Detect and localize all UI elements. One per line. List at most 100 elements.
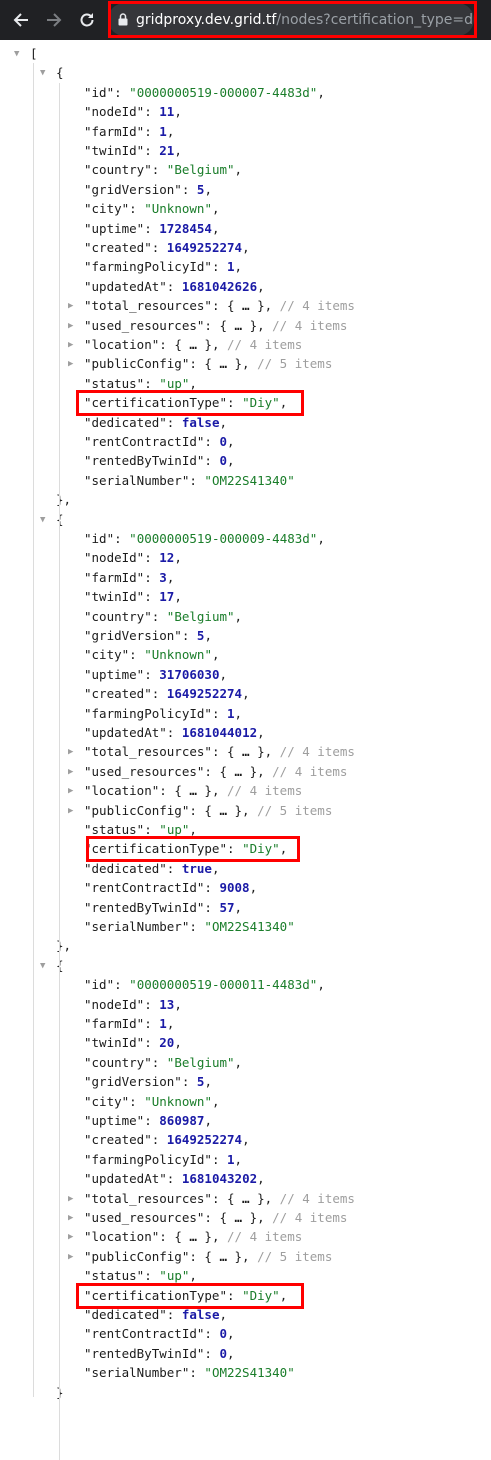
root-toggle[interactable]: ▼ [14, 49, 19, 59]
json-key-farmingPolicyId: "farmingPolicyId" [84, 705, 212, 721]
toggle-location[interactable]: ▶ [68, 786, 73, 796]
json-comment: // [227, 337, 250, 352]
json-key-certificationType: "certificationType" [84, 395, 227, 411]
toggle-total_resources[interactable]: ▶ [68, 747, 73, 757]
json-key-rentedByTwinId: "rentedByTwinId" [84, 1345, 205, 1361]
json-colon: : [114, 531, 130, 546]
toggle-location[interactable]: ▶ [68, 1232, 73, 1242]
toggle-used_resources[interactable]: ▶ [68, 1213, 73, 1223]
json-line-gridVersion: "gridVersion": 5, [84, 626, 212, 645]
json-colon: : [189, 1365, 205, 1381]
json-item-count: 5 items [279, 802, 333, 818]
json-value-uptime: 860987 [159, 1113, 205, 1128]
toggle-publicConfig[interactable]: ▶ [68, 1252, 73, 1262]
json-value-rentContractId: 9008 [219, 880, 250, 896]
json-value-farmId: 1 [159, 1016, 167, 1031]
json-key-gridVersion: "gridVersion" [84, 181, 182, 197]
json-colon: : [204, 1326, 220, 1342]
json-key-gridVersion: "gridVersion" [84, 1074, 182, 1090]
json-line-twinId: "twinId": 21, [84, 141, 182, 160]
json-line-status: "status": "up", [84, 820, 197, 839]
json-key-nodeId: "nodeId" [84, 550, 145, 566]
json-value-dedicated: true [181, 860, 212, 876]
toggle-publicConfig[interactable]: ▶ [68, 806, 73, 816]
json-colon: : [211, 259, 227, 275]
json-value-status: up [166, 1268, 182, 1284]
object-toggle-1[interactable]: ▼ [40, 515, 45, 525]
json-value-nodeId: 13 [159, 996, 175, 1012]
json-colon: : [166, 278, 182, 294]
object-toggle-2[interactable]: ▼ [40, 961, 45, 971]
json-quote: " [227, 608, 235, 624]
json-line-total_resources: "total_resources": { … }, // 4 items [84, 1189, 355, 1208]
json-value-created: 1649252274 [166, 240, 243, 255]
json-item-count: 4 items [249, 783, 303, 799]
address-bar[interactable]: gridproxy.dev.grid.tf/nodes?certificatio… [108, 3, 474, 36]
json-item-count: 4 items [294, 763, 348, 779]
json-value-rentedByTwinId: 57 [219, 899, 235, 915]
json-ellipsis: … [181, 1229, 205, 1245]
toggle-total_resources[interactable]: ▶ [68, 301, 73, 311]
json-item-count: 4 items [302, 1190, 355, 1206]
json-line-publicConfig: "publicConfig": { … }, // 5 items [84, 1247, 332, 1266]
json-comma: , [242, 686, 250, 702]
json-quote: " [204, 1093, 212, 1109]
json-key-farmId: "farmId" [84, 123, 145, 139]
json-colon: : [151, 162, 167, 178]
json-value-created: 1649252274 [166, 1132, 243, 1148]
json-value-nodeId: 12 [159, 550, 175, 566]
json-line-id: "id": "0000000519-000009-4483d", [84, 529, 325, 548]
json-brace: { [56, 65, 64, 81]
toggle-location[interactable]: ▶ [68, 340, 73, 350]
json-line-dedicated: "dedicated": false, [84, 1305, 227, 1324]
json-key-status: "status" [84, 375, 145, 391]
forward-arrow-icon[interactable] [42, 8, 66, 32]
reload-icon[interactable] [75, 8, 99, 32]
json-key-twinId: "twinId" [84, 1035, 145, 1051]
json-comma: , [242, 1132, 250, 1148]
json-ellipsis: … [234, 298, 258, 314]
json-line-created: "created": 1649252274, [84, 1130, 250, 1149]
json-colon: : { [211, 1190, 235, 1206]
json-line-publicConfig: "publicConfig": { … }, // 5 items [84, 801, 332, 820]
json-quote: " [287, 1365, 295, 1381]
json-line-farmingPolicyId: "farmingPolicyId": 1, [84, 257, 242, 276]
json-comma: , [204, 628, 212, 643]
json-comma: , [234, 899, 243, 915]
json-comma: , [219, 414, 228, 430]
json-ellipsis: … [211, 802, 235, 818]
json-key-farmId: "farmId" [84, 1016, 145, 1031]
json-value-city: Unknown [151, 201, 205, 217]
json-key-country: "country" [84, 162, 152, 178]
json-comma: , [204, 181, 212, 197]
json-colon: : [166, 725, 182, 740]
json-quote: " [287, 919, 295, 934]
lock-icon [118, 13, 128, 26]
json-colon: : { [211, 744, 235, 760]
json-brace: }, [204, 1229, 227, 1245]
json-comma: , [189, 375, 197, 391]
json-value-country: Belgium [174, 162, 228, 178]
json-quote: " [159, 1268, 167, 1284]
json-value-farmId: 1 [159, 123, 167, 139]
json-comma: , [189, 1268, 197, 1284]
json-key-serialNumber: "serialNumber" [84, 1365, 190, 1381]
toggle-total_resources[interactable]: ▶ [68, 1194, 73, 1204]
json-line-location: "location": { … }, // 4 items [84, 1227, 302, 1246]
json-key-location: "location" [84, 783, 160, 799]
json-value-city: Unknown [151, 1093, 205, 1109]
back-arrow-icon[interactable] [9, 8, 33, 32]
json-value-country: Belgium [174, 1054, 228, 1070]
toggle-used_resources[interactable]: ▶ [68, 321, 73, 331]
toggle-used_resources[interactable]: ▶ [68, 767, 73, 777]
toggle-publicConfig[interactable]: ▶ [68, 359, 73, 369]
json-colon: : [144, 375, 160, 391]
json-comma: , [317, 531, 325, 546]
json-line-serialNumber: "serialNumber": "OM22S41340" [84, 917, 295, 936]
json-quote: " [144, 1093, 152, 1109]
object-toggle-0[interactable]: ▼ [40, 68, 45, 78]
json-key-location: "location" [84, 1229, 160, 1245]
json-comma: , [317, 84, 325, 100]
json-key-used_resources: "used_resources" [84, 317, 205, 333]
json-comma: , [234, 608, 243, 624]
